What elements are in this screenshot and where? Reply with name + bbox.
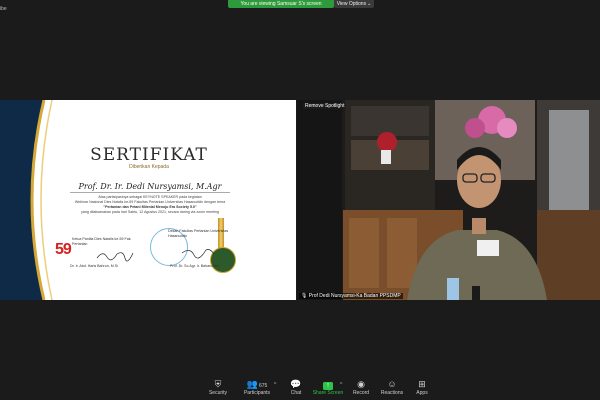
participants-button[interactable]: 👥675 Participants [237,378,277,397]
certificate-text-line: yang dilaksanakan pada hari Sabtu, 12 Ag… [81,210,219,214]
microphone-icon: 🎙 [301,293,308,299]
view-options-button[interactable]: View Options⌄ [334,0,374,8]
certificate-text-line: Webinar Nasional Dies Natalis ke-59 Faku… [74,200,226,204]
participants-count: 675 [258,383,268,389]
anniversary-logo: 59 [55,241,72,258]
right-signatory-title: Dekan Fakultas Pertanian Universitas Has… [168,229,229,238]
shield-icon: ⛨ [214,379,222,389]
left-signatory-title: Ketua Panitia Dies Natalis ke-59 Fak. Pe… [72,237,132,246]
view-options-label: View Options [336,1,367,7]
top-left-label: ibe [0,6,7,12]
certificate-text-line: Atas partisipasinya sebagai KEYNOTE SPEA… [98,195,202,199]
left-signature [96,252,134,262]
security-button[interactable]: ⛨ Security [198,378,238,397]
participant-name-label: 🎙 Prof Dedi Nursyamsi-Ka Badan PPSDMP [299,293,403,299]
certificate-gold-band [0,100,53,300]
shared-certificate: SERTIFIKAT Diberikan Kepada Prof. Dr. Ir… [0,100,296,300]
security-label: Security [208,390,228,396]
left-signatory-name: Dr. Ir. Abd. Haris Bahrun, M.Si [70,264,118,268]
apps-label: Apps [416,390,428,396]
certificate-recipient: Prof. Dr. Ir. Dedi Nursyamsi, M.Agr [70,182,230,193]
certificate-title: SERTIFIKAT [90,145,208,165]
share-screen-icon: ↑ [323,382,333,390]
remove-spotlight-button[interactable]: Remove Spotlight [303,103,347,109]
speaker-video[interactable]: Remove Spotlight 🎙 Prof Dedi Nursyamsi-K… [297,100,600,300]
apps-button[interactable]: ⊞ Apps [402,378,442,397]
participant-name: Prof Dedi Nursyamsi-Ka Badan PPSDMP [308,293,401,299]
participants-label: Participants [243,390,271,396]
certificate-theme: "Pertanian dan Petani Milenial Menuju Er… [103,205,197,209]
right-signature [181,249,215,259]
screen-share-banner: You are viewing Samsuar S's screen [228,0,334,8]
right-signatory-name: Prof. Dr. Sc.Agr. Ir. Baharuddin [170,264,220,268]
speaker-video-frame [297,100,600,300]
certificate-subtitle: Diberikan Kepada [129,164,169,170]
meeting-toolbar: ⛨ Security 👥675 Participants ^ 💬 Chat ↑ … [0,378,600,400]
chevron-down-icon: ⌄ [367,1,372,7]
apps-icon: ⊞ [418,379,426,389]
participants-icon: 👥675 [246,379,268,389]
